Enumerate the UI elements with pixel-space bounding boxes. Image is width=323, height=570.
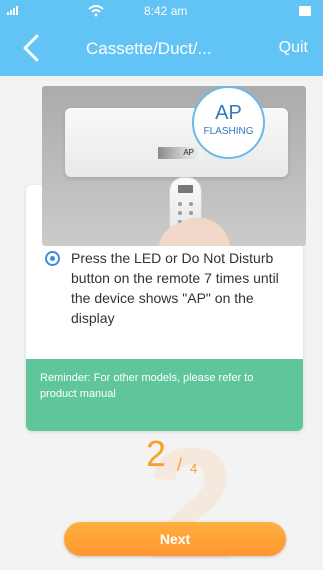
ap-flashing-bubble: AP FLASHING	[192, 86, 265, 159]
page-slash: /	[177, 455, 183, 475]
setup-screen: 8:42 am Cassette/Duct/... Quit AP AP FLA…	[0, 0, 323, 570]
ap-bubble-title: AP	[215, 102, 242, 124]
ap-bubble-subtitle: FLASHING	[203, 126, 254, 137]
signal-icon	[7, 6, 18, 15]
page-current: 2	[146, 433, 167, 474]
ac-display: AP	[158, 147, 201, 159]
back-button[interactable]	[22, 34, 50, 64]
instruction-radio-icon	[45, 251, 60, 266]
quit-button[interactable]: Quit	[279, 39, 308, 57]
page-indicator: 2 / 4	[144, 433, 214, 503]
instruction-text: Press the LED or Do Not Disturb button o…	[71, 250, 279, 326]
page-total: 4	[190, 461, 198, 476]
chevron-left-icon	[23, 34, 39, 62]
wifi-icon	[88, 5, 104, 17]
ac-remote-illustration: AP AP FLASHING	[42, 86, 306, 246]
status-time: 8:42 am	[144, 4, 188, 18]
battery-icon	[299, 6, 311, 16]
next-button[interactable]: Next	[64, 522, 286, 556]
instruction-row: Press the LED or Do Not Disturb button o…	[45, 248, 293, 330]
remote-screen	[178, 185, 193, 193]
page-title: Cassette/Duct/...	[86, 39, 212, 58]
status-bar: 8:42 am	[0, 0, 323, 22]
navigation-bar: Cassette/Duct/... Quit	[0, 22, 323, 76]
